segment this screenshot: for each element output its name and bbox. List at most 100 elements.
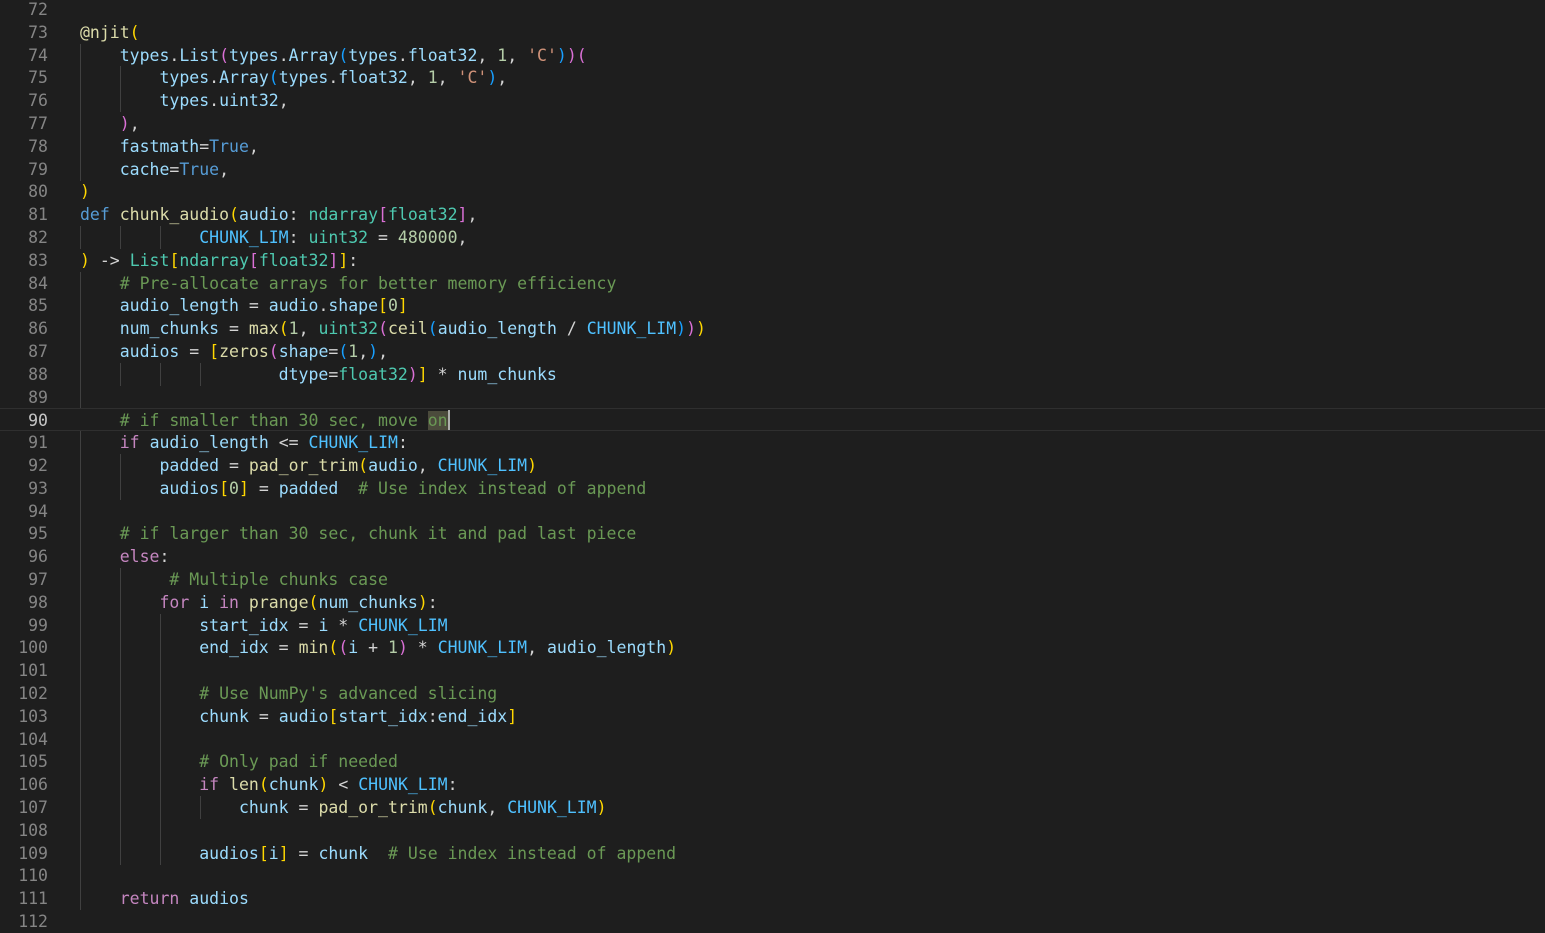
code-token: ( xyxy=(229,205,239,225)
code-line[interactable]: 95 # if larger than 30 sec, chunk it and… xyxy=(0,522,1545,546)
code-token: [ xyxy=(258,843,269,863)
line-number: 77 xyxy=(28,114,48,133)
code-line[interactable]: 103 chunk = audio[start_idx:end_idx] xyxy=(0,704,1545,728)
code-token: . xyxy=(169,45,180,65)
indent-guide xyxy=(80,864,81,888)
code-line[interactable]: 101 xyxy=(0,659,1545,683)
code-line[interactable]: 111 return audios xyxy=(0,887,1545,911)
line-number: 89 xyxy=(28,387,48,407)
line-number: 104 xyxy=(18,729,48,749)
code-line[interactable]: 88 dtype=float32)] * num_chunks xyxy=(0,362,1545,386)
code-line[interactable]: 89 xyxy=(0,385,1545,409)
code-token: ( xyxy=(328,638,339,658)
code-token: 1 xyxy=(348,342,359,361)
code-line[interactable]: 110 xyxy=(0,864,1545,888)
code-line[interactable]: 96 else: xyxy=(0,545,1545,569)
code-line[interactable]: 84 # Pre-allocate arrays for better memo… xyxy=(0,271,1545,295)
line-number: 97 xyxy=(28,570,48,589)
code-token: # Use index instead of append xyxy=(368,843,677,863)
code-text: chunk = pad_or_trim(chunk, CHUNK_LIM) xyxy=(80,796,607,819)
code-token: ( xyxy=(427,798,438,817)
code-token: # if smaller than 30 sec, move xyxy=(80,411,428,431)
code-line[interactable]: 107 chunk = pad_or_trim(chunk, CHUNK_LIM… xyxy=(0,796,1545,819)
code-line[interactable]: 78 fastmath=True, xyxy=(0,134,1545,158)
code-line[interactable]: 97 # Multiple chunks case xyxy=(0,568,1545,591)
code-text: @njit( xyxy=(80,21,140,44)
code-token: : xyxy=(427,592,438,612)
code-line[interactable]: 90 # if smaller than 30 sec, move on xyxy=(0,408,1545,432)
code-token: = xyxy=(199,136,210,156)
code-line[interactable]: 87 audios = [zeros(shape=(1,), xyxy=(0,340,1545,363)
code-token: , xyxy=(487,798,508,817)
code-token: ceil xyxy=(388,319,428,339)
line-number: 72 xyxy=(28,0,48,19)
code-line[interactable]: 85 audio_length = audio.shape[0] xyxy=(0,294,1545,318)
code-line[interactable]: 76 types.uint32, xyxy=(0,89,1545,113)
code-line[interactable]: 99 start_idx = i * CHUNK_LIM xyxy=(0,613,1545,637)
code-token: , xyxy=(437,68,458,88)
code-line[interactable]: 92 padded = pad_or_trim(audio, CHUNK_LIM… xyxy=(0,454,1545,477)
code-line[interactable]: 79 cache=True, xyxy=(0,157,1545,181)
code-token: audio_length xyxy=(80,296,239,316)
line-number: 98 xyxy=(28,592,48,612)
code-token: [ xyxy=(209,342,220,361)
code-token: = xyxy=(238,296,269,316)
code-token: : xyxy=(288,228,309,247)
code-line[interactable]: 86 num_chunks = max(1, uint32(ceil(audio… xyxy=(0,317,1545,341)
line-number: 92 xyxy=(28,456,48,475)
code-token: types xyxy=(229,45,279,65)
code-line[interactable]: 77 ), xyxy=(0,112,1545,135)
code-line[interactable]: 98 for i in prange(num_chunks): xyxy=(0,590,1545,614)
code-token: , xyxy=(407,68,428,88)
code-token: -> xyxy=(89,250,130,270)
code-line[interactable]: 83) -> List[ndarray[float32]]: xyxy=(0,249,1545,272)
code-token: ( xyxy=(278,319,289,339)
line-number: 101 xyxy=(18,661,48,681)
code-line[interactable]: 73 @njit( xyxy=(0,21,1545,44)
code-token: 1 xyxy=(388,638,398,658)
code-text: # Only pad if needed xyxy=(80,750,398,773)
line-number: 80 xyxy=(28,182,48,202)
line-number: 105 xyxy=(18,752,48,772)
code-token: i xyxy=(348,638,359,658)
code-line[interactable]: 108 xyxy=(0,818,1545,842)
code-text: fastmath=True, xyxy=(80,135,259,158)
code-token: float32 xyxy=(338,68,408,88)
code-token: [ xyxy=(169,250,180,270)
code-token: CHUNK_LIM xyxy=(586,319,677,339)
code-line[interactable]: 75 types.Array(types.float32, 1, 'C'), xyxy=(0,66,1545,90)
code-line[interactable]: 82 CHUNK_LIM: uint32 = 480000, xyxy=(0,226,1545,249)
code-line[interactable]: 100 end_idx = min((i + 1) * CHUNK_LIM, a… xyxy=(0,636,1545,660)
code-line[interactable]: 72 xyxy=(0,0,1545,21)
code-line[interactable]: 80) xyxy=(0,180,1545,203)
code-token: 1 xyxy=(288,319,299,339)
code-text: audio_length = audio.shape[0] xyxy=(80,294,408,317)
code-editor[interactable]: 72 73 @njit(74 types.List(types.Array(type… xyxy=(0,0,1545,931)
code-token: 1 xyxy=(497,45,508,65)
code-token: ) xyxy=(397,638,408,658)
code-line[interactable]: 106 if len(chunk) < CHUNK_LIM: xyxy=(0,773,1545,797)
code-token: ] xyxy=(397,296,408,316)
code-token: ) xyxy=(556,45,567,65)
code-line[interactable]: 91 if audio_length <= CHUNK_LIM: xyxy=(0,431,1545,455)
code-line[interactable]: 102 # Use NumPy's advanced slicing xyxy=(0,682,1545,705)
code-line[interactable]: 81 def chunk_audio(audio: ndarray[float32… xyxy=(0,203,1545,226)
code-line[interactable]: 109 audios[i] = chunk # Use index instea… xyxy=(0,841,1545,865)
code-token: = xyxy=(328,364,339,384)
code-token: ) xyxy=(686,319,696,339)
code-token: CHUNK_LIM xyxy=(437,456,528,475)
code-line[interactable]: 74 types.List(types.Array(types.float32,… xyxy=(0,43,1545,67)
code-line[interactable]: 105 # Only pad if needed xyxy=(0,750,1545,774)
code-token: : xyxy=(348,250,359,270)
code-text: # if smaller than 30 sec, move on xyxy=(80,409,448,432)
code-text: num_chunks = max(1, uint32(ceil(audio_le… xyxy=(80,317,706,340)
code-token: = xyxy=(288,798,319,817)
code-line[interactable]: 104 xyxy=(0,727,1545,751)
code-token: , xyxy=(457,228,468,247)
code-line[interactable]: 93 audios[0] = padded # Use index instea… xyxy=(0,476,1545,500)
code-token: types xyxy=(80,91,210,111)
code-line[interactable]: 112 xyxy=(0,910,1545,933)
code-token: ) xyxy=(368,342,379,361)
code-line[interactable]: 94 xyxy=(0,499,1545,523)
